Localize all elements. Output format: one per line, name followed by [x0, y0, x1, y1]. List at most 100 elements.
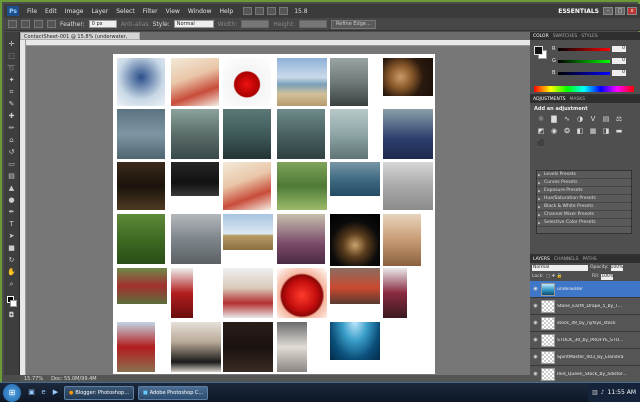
menu-help[interactable]: Help: [216, 8, 238, 15]
feather-input[interactable]: 0 px: [88, 20, 117, 28]
preset-channel-mixer[interactable]: Channel Mixer Presets: [537, 211, 631, 219]
layer-row[interactable]: ◉ underwater: [530, 281, 640, 298]
brush-tool-icon[interactable]: ✏: [7, 124, 17, 133]
green-value-input[interactable]: 0: [612, 58, 626, 64]
network-icon[interactable]: ▥: [592, 389, 598, 396]
panel-foreground-color-swatch[interactable]: [534, 46, 543, 55]
hue-saturation-icon[interactable]: ▤: [601, 115, 611, 124]
blur-tool-icon[interactable]: ▲: [7, 184, 17, 193]
volume-icon[interactable]: ♪: [601, 389, 605, 396]
layer-row[interactable]: ◉ STOCK_30_by_PROFYE_STO...: [530, 332, 640, 349]
curves-icon[interactable]: ∿: [562, 115, 572, 124]
blend-mode-select[interactable]: Normal: [532, 264, 588, 271]
quick-select-tool-icon[interactable]: ✦: [7, 76, 17, 85]
gradient-tool-icon[interactable]: ▤: [7, 172, 17, 181]
blue-slider[interactable]: [558, 71, 610, 75]
maximize-button[interactable]: □: [615, 7, 625, 15]
color-swatches[interactable]: [6, 296, 17, 308]
channel-mixer-icon[interactable]: ❂: [562, 127, 572, 136]
hand-tool-icon[interactable]: ✋: [7, 268, 17, 277]
menu-window[interactable]: Window: [184, 8, 216, 15]
shape-tool-icon[interactable]: ■: [7, 244, 17, 253]
green-slider[interactable]: [558, 59, 610, 63]
internet-explorer-icon[interactable]: e: [39, 388, 48, 397]
black-white-icon[interactable]: ◩: [536, 127, 546, 136]
subtract-selection-icon[interactable]: [47, 20, 56, 28]
history-brush-tool-icon[interactable]: ↺: [7, 148, 17, 157]
marquee-tool-preset-icon[interactable]: [8, 20, 17, 28]
zoom-tool-icon[interactable]: [279, 7, 289, 15]
menu-layer[interactable]: Layer: [87, 8, 112, 15]
hand-tool-icon[interactable]: [267, 7, 277, 15]
mini-bridge-icon[interactable]: [255, 7, 265, 15]
document-tab[interactable]: ContactSheet-001 @ 15.8% (underwater, RG…: [20, 32, 140, 48]
eyedropper-tool-icon[interactable]: ✎: [7, 100, 17, 109]
close-button[interactable]: x: [627, 7, 637, 15]
preset-black-white[interactable]: Black & White Presets: [537, 203, 631, 211]
brightness-contrast-icon[interactable]: ☼: [536, 115, 546, 124]
media-player-icon[interactable]: ▶: [51, 388, 60, 397]
levels-icon[interactable]: ▇: [549, 115, 559, 124]
crop-tool-icon[interactable]: ⌗: [7, 88, 17, 97]
menu-file[interactable]: File: [23, 8, 41, 15]
tab-swatches[interactable]: SWATCHES: [553, 34, 578, 39]
preset-curves[interactable]: Curves Presets: [537, 179, 631, 187]
menu-view[interactable]: View: [162, 8, 184, 15]
eye-icon[interactable]: ◉: [532, 286, 539, 292]
marquee-tool-icon[interactable]: ⬚: [7, 52, 17, 61]
healing-brush-tool-icon[interactable]: ✚: [7, 112, 17, 121]
type-tool-icon[interactable]: T: [7, 220, 17, 229]
layer-row[interactable]: ◉ stock_49_by_nyfsys_stock: [530, 315, 640, 332]
eye-icon[interactable]: ◉: [532, 303, 539, 309]
tab-masks[interactable]: MASKS: [569, 97, 585, 102]
contact-sheet-canvas[interactable]: [113, 54, 435, 374]
clock[interactable]: 11:55 AM: [608, 389, 636, 396]
height-input[interactable]: [299, 20, 328, 28]
red-value-input[interactable]: 0: [612, 46, 626, 52]
posterize-icon[interactable]: ▦: [588, 127, 598, 136]
color-balance-icon[interactable]: ⚖: [614, 115, 624, 124]
opacity-input[interactable]: 100%: [610, 264, 623, 271]
lasso-tool-icon[interactable]: ➰: [7, 64, 17, 73]
menu-select[interactable]: Select: [112, 8, 139, 15]
tab-adjustments[interactable]: ADJUSTMENTS: [533, 97, 565, 102]
zoom-tool-icon[interactable]: ⌕: [7, 280, 17, 289]
eye-icon[interactable]: ◉: [532, 354, 539, 360]
antialias-checkbox[interactable]: Anti-alias: [121, 21, 149, 28]
start-button[interactable]: ⊞: [3, 383, 21, 402]
tab-color[interactable]: COLOR: [533, 34, 549, 39]
width-input[interactable]: [241, 20, 270, 28]
taskbar-item-blogger[interactable]: ● Blogger: Photoshop...: [64, 385, 134, 400]
eye-icon[interactable]: ◉: [532, 337, 539, 343]
eraser-tool-icon[interactable]: ▭: [7, 160, 17, 169]
preset-hue-saturation[interactable]: Hue/Saturation Presets: [537, 195, 631, 203]
layer-row[interactable]: ◉ SpiritMaster_003_by_Elandira: [530, 349, 640, 366]
exposure-icon[interactable]: ◑: [575, 115, 585, 124]
threshold-icon[interactable]: ◨: [601, 127, 611, 136]
eye-icon[interactable]: ◉: [532, 320, 539, 326]
layer-row[interactable]: ◉ Stone_Earth_Drape_5_by_T...: [530, 298, 640, 315]
tab-styles[interactable]: STYLES: [581, 34, 598, 39]
refine-edge-button[interactable]: Refine Edge...: [331, 19, 376, 29]
red-slider[interactable]: [558, 47, 610, 51]
show-desktop-icon[interactable]: ▣: [27, 388, 36, 397]
clone-stamp-tool-icon[interactable]: ⌂: [7, 136, 17, 145]
3d-rotate-tool-icon[interactable]: ↻: [7, 256, 17, 265]
preset-exposure[interactable]: Exposure Presets: [537, 187, 631, 195]
selective-color-icon[interactable]: ⬛: [536, 139, 546, 148]
taskbar-item-photoshop[interactable]: ■ Adobe Photoshop C...: [137, 385, 209, 400]
workspace-switcher[interactable]: ESSENTIALS: [558, 8, 599, 15]
move-tool-icon[interactable]: ✛: [7, 40, 17, 49]
lock-icons[interactable]: □ ✚ 🔒: [546, 274, 590, 279]
eye-icon[interactable]: ◉: [532, 371, 539, 377]
photo-filter-icon[interactable]: ◉: [549, 127, 559, 136]
gradient-map-icon[interactable]: ▬: [614, 127, 624, 136]
add-selection-icon[interactable]: [34, 20, 43, 28]
tab-paths[interactable]: PATHS: [582, 257, 596, 262]
layer-row[interactable]: ◉ Red_Queen_Stock_by_adistor...: [530, 366, 640, 383]
style-select[interactable]: Normal: [173, 20, 214, 28]
color-spectrum-bar[interactable]: [534, 86, 634, 92]
pen-tool-icon[interactable]: ✒: [7, 208, 17, 217]
menu-edit[interactable]: Edit: [41, 8, 61, 15]
menu-filter[interactable]: Filter: [139, 8, 162, 15]
